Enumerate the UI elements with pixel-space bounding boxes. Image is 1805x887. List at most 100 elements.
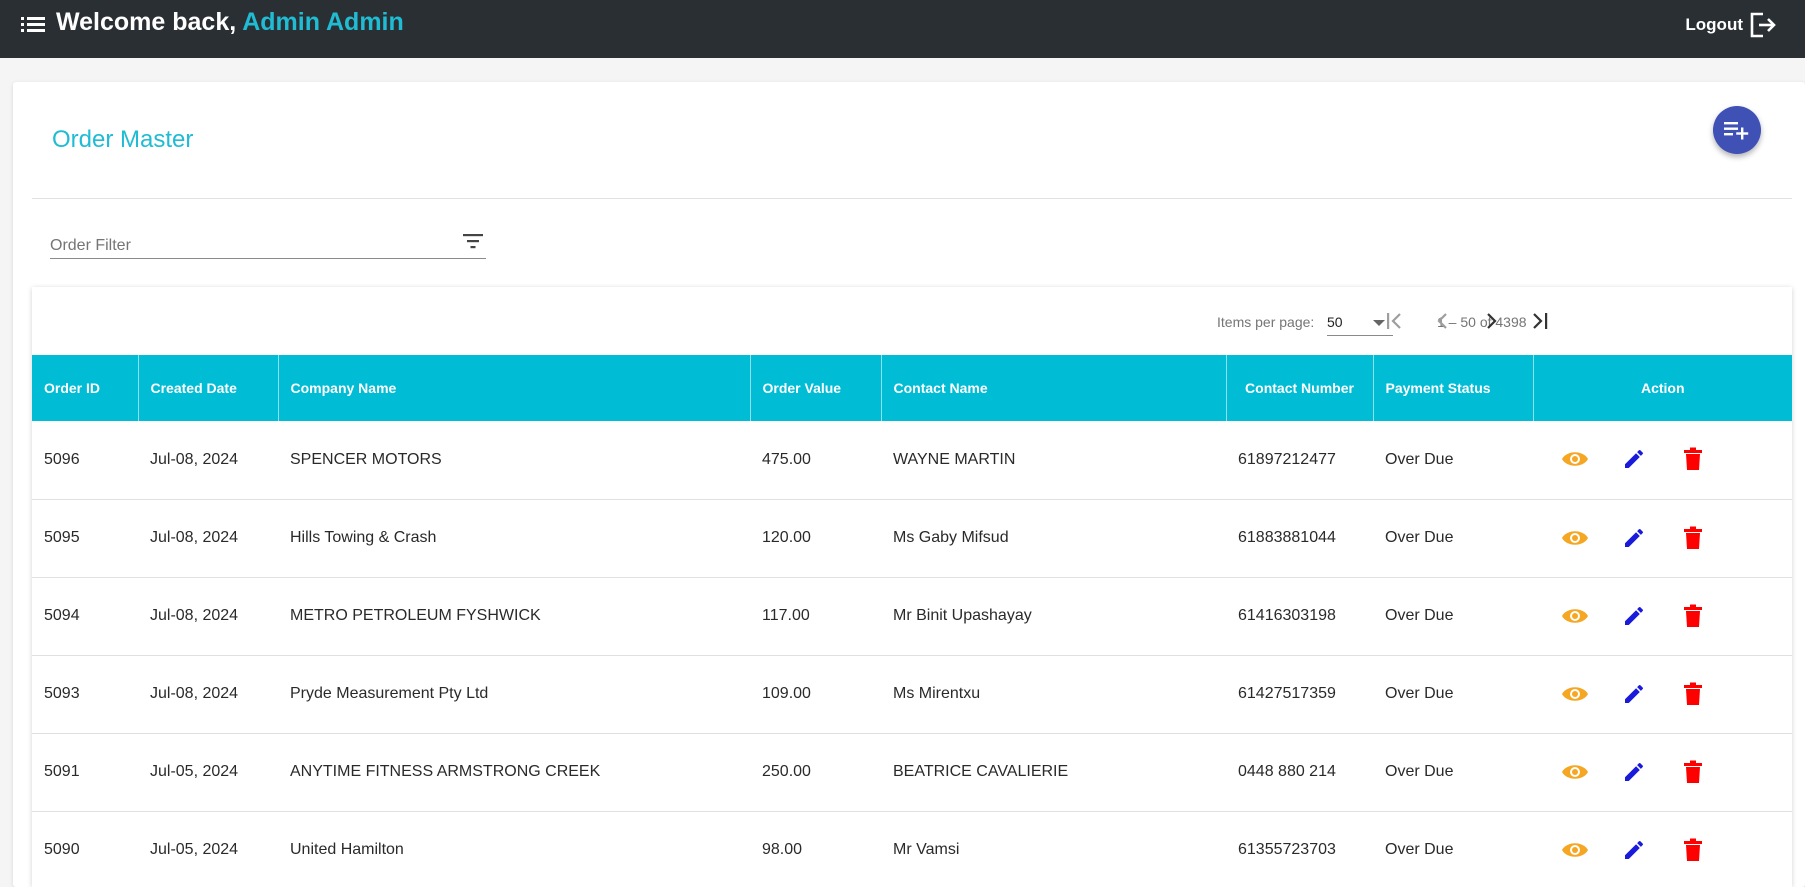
delete-button[interactable] <box>1679 602 1707 630</box>
items-per-page-label: Items per page: <box>1217 314 1315 330</box>
column-header-payment-status[interactable]: Payment Status <box>1373 355 1534 421</box>
contact-number-cell: 0448 880 214 <box>1238 763 1336 780</box>
delete-button[interactable] <box>1679 758 1707 786</box>
edit-button[interactable] <box>1620 445 1648 473</box>
company-name-cell: METRO PETROLEUM FYSHWICK <box>290 607 541 624</box>
eye-icon <box>1562 764 1588 779</box>
list-menu-icon[interactable] <box>21 15 45 33</box>
trash-icon <box>1684 604 1702 627</box>
pencil-icon <box>1625 528 1643 547</box>
contact-name-cell: WAYNE MARTIN <box>893 450 1016 468</box>
pencil-icon <box>1625 450 1643 469</box>
edit-button[interactable] <box>1620 680 1648 708</box>
chevron-right-icon <box>1487 313 1497 329</box>
next-page-button[interactable] <box>1475 305 1507 337</box>
payment-status-cell: Over Due <box>1385 841 1454 858</box>
table-header-row: Order ID Created Date Company Name Order… <box>32 355 1792 421</box>
column-header-company-name[interactable]: Company Name <box>278 355 751 421</box>
delete-button[interactable] <box>1679 836 1707 864</box>
welcome-prefix: Welcome back, <box>56 8 243 36</box>
column-header-contact-number[interactable]: Contact Number <box>1226 355 1374 421</box>
page-title: Order Master <box>52 126 194 153</box>
trash-icon <box>1684 447 1702 471</box>
delete-button[interactable] <box>1679 680 1707 708</box>
order-value-cell: 475.00 <box>762 450 811 468</box>
contact-number-cell: 61883881044 <box>1238 529 1336 546</box>
view-button[interactable] <box>1561 524 1589 552</box>
welcome-message: Welcome back, Admin Admin <box>56 8 404 37</box>
order-filter-input[interactable] <box>50 229 450 257</box>
order-value-cell: 98.00 <box>762 841 803 858</box>
company-name-cell: Pryde Measurement Pty Ltd <box>290 685 489 702</box>
logout-label: Logout <box>1685 15 1743 34</box>
pencil-icon <box>1625 762 1643 781</box>
eye-icon <box>1562 608 1588 623</box>
contact-name-cell: Ms Mirentxu <box>893 685 981 702</box>
company-name-cell: ANYTIME FITNESS ARMSTRONG CREEK <box>290 763 601 780</box>
table-row[interactable]: 5095 Jul-08, 2024 Hills Towing & Crash 1… <box>32 499 1792 577</box>
view-button[interactable] <box>1561 445 1589 473</box>
table-row[interactable]: 5094 Jul-08, 2024 METRO PETROLEUM FYSHWI… <box>32 577 1792 655</box>
contact-name-cell: BEATRICE CAVALIERIE <box>893 763 1069 780</box>
pencil-icon <box>1625 606 1643 625</box>
payment-status-cell: Over Due <box>1385 607 1454 624</box>
table-row[interactable]: 5096 Jul-08, 2024 SPENCER MOTORS 475.00 … <box>32 421 1792 499</box>
company-name-cell: United Hamilton <box>290 841 404 858</box>
column-header-order-id[interactable]: Order ID <box>32 355 139 421</box>
payment-status-cell: Over Due <box>1385 450 1454 468</box>
action-cell <box>1533 733 1792 811</box>
action-cell <box>1533 499 1792 577</box>
column-header-created-date[interactable]: Created Date <box>138 355 279 421</box>
last-page-button[interactable] <box>1523 305 1555 337</box>
previous-page-button[interactable] <box>1427 305 1459 337</box>
contact-name-cell: Ms Gaby Mifsud <box>893 529 1009 546</box>
created-date-cell: Jul-08, 2024 <box>150 607 239 624</box>
view-button[interactable] <box>1561 680 1589 708</box>
created-date-cell: Jul-05, 2024 <box>150 841 239 858</box>
edit-button[interactable] <box>1620 836 1648 864</box>
column-header-order-value[interactable]: Order Value <box>750 355 882 421</box>
last-page-icon <box>1533 313 1548 329</box>
chevron-left-icon <box>1437 313 1447 329</box>
edit-button[interactable] <box>1620 758 1648 786</box>
delete-button[interactable] <box>1679 524 1707 552</box>
order-value-cell: 120.00 <box>762 529 811 546</box>
contact-number-cell: 61427517359 <box>1238 685 1336 702</box>
company-name-cell: Hills Towing & Crash <box>290 529 437 546</box>
first-page-button[interactable] <box>1379 305 1411 337</box>
user-name: Admin Admin <box>242 8 404 36</box>
logout-icon <box>1750 12 1776 38</box>
contact-number-cell: 61897212477 <box>1238 450 1336 468</box>
table-row[interactable]: 5093 Jul-08, 2024 Pryde Measurement Pty … <box>32 655 1792 733</box>
view-button[interactable] <box>1561 758 1589 786</box>
logout-button[interactable]: Logout <box>1685 12 1777 38</box>
order-value-cell: 109.00 <box>762 685 811 702</box>
table-row[interactable]: 5091 Jul-05, 2024 ANYTIME FITNESS ARMSTR… <box>32 733 1792 811</box>
filter-list-icon[interactable] <box>462 231 484 251</box>
orders-table-card: Items per page: 50 1 – 50 of 4398 Order … <box>32 287 1792 887</box>
column-header-contact-name[interactable]: Contact Name <box>881 355 1227 421</box>
created-date-cell: Jul-08, 2024 <box>150 529 239 546</box>
view-button[interactable] <box>1561 602 1589 630</box>
eye-icon <box>1562 530 1588 545</box>
edit-button[interactable] <box>1620 602 1648 630</box>
created-date-cell: Jul-08, 2024 <box>150 685 239 702</box>
order-id-cell: 5090 <box>44 841 80 858</box>
eye-icon <box>1562 686 1588 701</box>
trash-icon <box>1684 838 1702 861</box>
edit-button[interactable] <box>1620 524 1648 552</box>
pencil-icon <box>1625 684 1643 703</box>
delete-button[interactable] <box>1679 445 1707 473</box>
table-row[interactable]: 5090 Jul-05, 2024 United Hamilton 98.00 … <box>32 811 1792 887</box>
view-button[interactable] <box>1561 836 1589 864</box>
column-header-action: Action <box>1640 380 1685 396</box>
paginator: Items per page: 50 1 – 50 of 4398 <box>32 287 1792 355</box>
payment-status-cell: Over Due <box>1385 529 1454 546</box>
first-page-icon <box>1387 313 1401 329</box>
contact-name-cell: Mr Vamsi <box>893 841 960 858</box>
order-id-cell: 5093 <box>44 685 80 702</box>
action-cell <box>1533 655 1792 733</box>
order-id-cell: 5094 <box>44 607 80 624</box>
add-order-button[interactable] <box>1713 106 1761 154</box>
action-cell <box>1533 577 1792 655</box>
